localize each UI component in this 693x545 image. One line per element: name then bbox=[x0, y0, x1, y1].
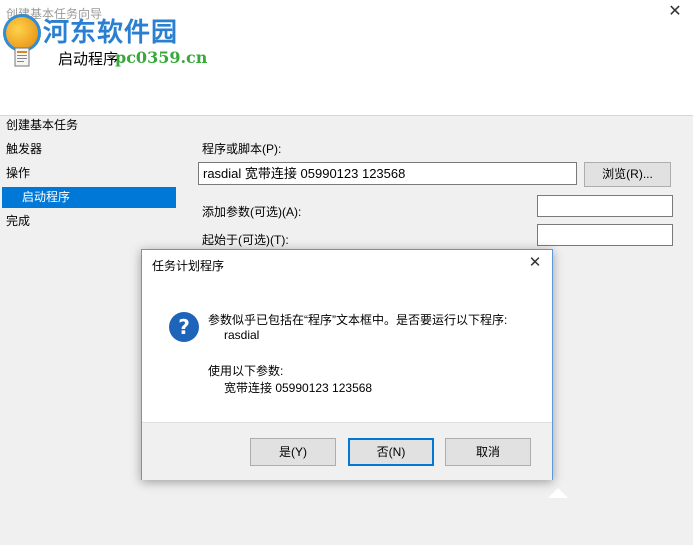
watermark-brand: 河东软件园 bbox=[43, 18, 179, 48]
dialog-message: 参数似乎已包括在“程序”文本框中。是否要运行以下程序: bbox=[208, 313, 508, 327]
cancel-button[interactable]: 取消 bbox=[445, 438, 531, 466]
close-icon[interactable]: ✕ bbox=[665, 2, 685, 22]
program-input[interactable]: rasdial 宽带连接 05990123 123568 bbox=[198, 162, 577, 185]
wizard-header: 创建基本任务向导 ✕ 河东软件园 pc0359.cn 启动程序 bbox=[0, 0, 693, 116]
start-in-label: 起始于(可选)(T): bbox=[202, 233, 289, 247]
dialog-title: 任务计划程序 bbox=[152, 259, 225, 273]
step-action[interactable]: 操作 bbox=[6, 164, 30, 181]
step-create-task[interactable]: 创建基本任务 bbox=[6, 116, 78, 133]
args-label: 添加参数(可选)(A): bbox=[202, 205, 302, 219]
browse-button[interactable]: 浏览(R)... bbox=[584, 162, 671, 187]
task-icon bbox=[14, 47, 30, 67]
program-label: 程序或脚本(P): bbox=[202, 142, 282, 156]
dialog-close-icon[interactable]: ✕ bbox=[526, 254, 544, 272]
dialog-titlebar: 任务计划程序 ✕ bbox=[142, 250, 552, 278]
start-in-input[interactable] bbox=[537, 224, 673, 246]
watermark-url: pc0359.cn bbox=[115, 48, 208, 67]
confirm-dialog: 任务计划程序 ✕ ? 参数似乎已包括在“程序”文本框中。是否要运行以下程序: r… bbox=[141, 249, 553, 480]
dialog-params: 宽带连接 05990123 123568 bbox=[224, 381, 373, 395]
args-input[interactable] bbox=[537, 195, 673, 217]
yes-button[interactable]: 是(Y) bbox=[250, 438, 336, 466]
no-button[interactable]: 否(N) bbox=[348, 438, 434, 466]
page-title: 启动程序 bbox=[58, 51, 119, 68]
step-start-program[interactable]: 启动程序 bbox=[2, 187, 176, 208]
step-finish[interactable]: 完成 bbox=[6, 212, 30, 229]
step-trigger[interactable]: 触发器 bbox=[6, 140, 42, 157]
tooltip-notch bbox=[548, 488, 568, 498]
dialog-params-label: 使用以下参数: bbox=[208, 364, 284, 378]
question-icon: ? bbox=[169, 312, 199, 342]
dialog-program: rasdial bbox=[224, 328, 260, 342]
dialog-footer: 是(Y) 否(N) 取消 bbox=[142, 422, 552, 480]
